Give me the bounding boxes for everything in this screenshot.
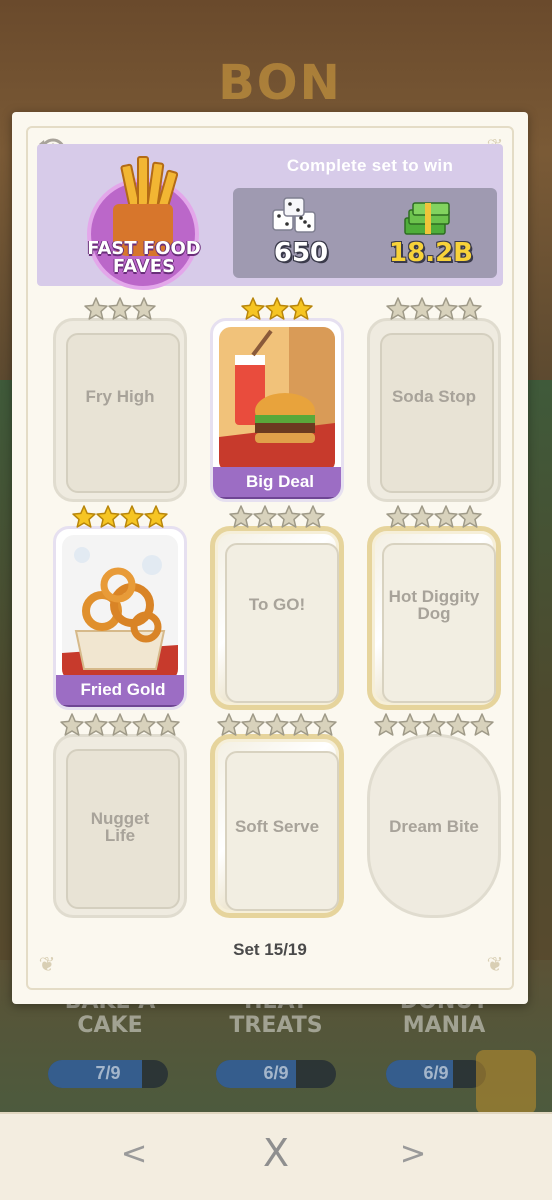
set-reward-box: 650 18.2B xyxy=(233,188,497,278)
star-icon xyxy=(386,297,410,320)
background-set-progress: 7/9 xyxy=(48,1060,168,1088)
bottom-navigation: < X > xyxy=(0,1112,552,1200)
card-name: To GO! xyxy=(248,595,306,614)
sticker-card[interactable]: Soft Serve xyxy=(210,713,344,918)
sticker-card[interactable]: Soda Stop xyxy=(367,297,501,502)
card-frame: Fried Gold xyxy=(53,526,187,710)
star-icon xyxy=(96,505,120,528)
star-icon xyxy=(301,505,325,528)
star-icon xyxy=(422,713,446,736)
complete-set-label: Complete set to win xyxy=(286,156,454,175)
star-icon xyxy=(398,713,422,736)
card-slot xyxy=(225,543,339,703)
star-icon xyxy=(446,713,470,736)
star-icon xyxy=(120,505,144,528)
sticker-card[interactable]: Big Deal xyxy=(210,297,344,502)
star-icon xyxy=(84,297,108,320)
star-icon xyxy=(144,505,168,528)
star-icon xyxy=(253,505,277,528)
cash-stack-icon xyxy=(404,202,450,235)
onion-rings-art xyxy=(62,535,178,681)
burger-art xyxy=(219,327,335,473)
star-rating xyxy=(53,712,187,742)
star-rating xyxy=(367,712,501,742)
star-icon xyxy=(229,505,253,528)
star-rating xyxy=(367,504,501,534)
sticker-card[interactable]: Nugget Life xyxy=(53,713,187,918)
star-icon xyxy=(374,713,398,736)
sticker-card[interactable]: Fry High xyxy=(53,297,187,502)
star-icon xyxy=(217,713,241,736)
star-icon xyxy=(241,297,265,320)
star-icon xyxy=(289,297,313,320)
card-frame xyxy=(210,526,344,710)
set-title: FAST FOOD FAVES xyxy=(79,240,209,276)
star-icon xyxy=(313,713,337,736)
card-name: Nugget Life xyxy=(90,809,150,845)
reward-cash-value: 18.2B xyxy=(389,238,473,268)
star-icon xyxy=(108,297,132,320)
star-icon xyxy=(277,505,301,528)
star-icon xyxy=(410,505,434,528)
reward-dice-value: 650 xyxy=(273,238,329,268)
dice-icon xyxy=(272,197,316,233)
close-button[interactable]: X xyxy=(246,1128,306,1178)
card-name: Soft Serve xyxy=(234,817,320,836)
previous-set-button[interactable]: < xyxy=(104,1128,164,1178)
star-icon xyxy=(458,505,482,528)
event-logo: BON xyxy=(218,55,342,111)
card-slot xyxy=(382,543,496,703)
card-name: Big Deal xyxy=(213,467,341,497)
card-name: Soda Stop xyxy=(391,387,477,406)
card-frame xyxy=(53,318,187,502)
star-icon xyxy=(156,713,180,736)
star-rating xyxy=(210,296,344,326)
card-name: Fried Gold xyxy=(56,675,184,705)
star-icon xyxy=(132,713,156,736)
star-icon xyxy=(265,297,289,320)
star-icon xyxy=(265,713,289,736)
card-name: Dream Bite xyxy=(389,817,479,836)
progress-text: 6/9 xyxy=(423,1063,449,1083)
card-name: Hot Diggity Dog xyxy=(388,587,480,623)
star-icon xyxy=(241,713,265,736)
background-set-progress: 6/9 xyxy=(216,1060,336,1088)
star-icon xyxy=(386,505,410,528)
set-badge: FAST FOOD FAVES xyxy=(79,148,209,290)
sticker-card[interactable]: To GO! xyxy=(210,505,344,710)
star-icon xyxy=(72,505,96,528)
card-frame xyxy=(367,318,501,502)
card-slot xyxy=(380,333,494,493)
star-rating xyxy=(367,296,501,326)
card-slot xyxy=(66,333,180,493)
star-icon xyxy=(84,713,108,736)
set-counter: Set 15/19 xyxy=(233,940,307,959)
background-set-progress: 6/9 xyxy=(386,1060,486,1088)
sticker-album-icon xyxy=(476,1050,536,1114)
star-icon xyxy=(458,297,482,320)
star-icon xyxy=(410,297,434,320)
card-frame: Big Deal xyxy=(210,318,344,502)
star-rating xyxy=(53,296,187,326)
star-icon xyxy=(289,713,313,736)
set-title-line2: FAVES xyxy=(112,256,176,277)
sticker-card[interactable]: Dream Bite xyxy=(367,713,501,918)
next-set-button[interactable]: > xyxy=(383,1128,443,1178)
star-rating xyxy=(210,712,344,742)
star-icon xyxy=(60,713,84,736)
sticker-card[interactable]: Hot Diggity Dog xyxy=(367,505,501,710)
star-icon xyxy=(434,505,458,528)
star-rating xyxy=(53,504,187,534)
star-icon xyxy=(434,297,458,320)
sticker-card[interactable]: Fried Gold xyxy=(53,505,187,710)
star-icon xyxy=(108,713,132,736)
progress-text: 7/9 xyxy=(95,1063,121,1083)
progress-text: 6/9 xyxy=(263,1063,289,1083)
set-header: FAST FOOD FAVES Complete set to win 650 … xyxy=(37,144,503,290)
sticker-set-modal: ❦ ❦ ❦ FAST FOOD FAVES Complete set to wi… xyxy=(12,112,528,1004)
card-name: Fry High xyxy=(85,387,155,406)
star-rating xyxy=(210,504,344,534)
star-icon xyxy=(132,297,156,320)
star-icon xyxy=(470,713,494,736)
